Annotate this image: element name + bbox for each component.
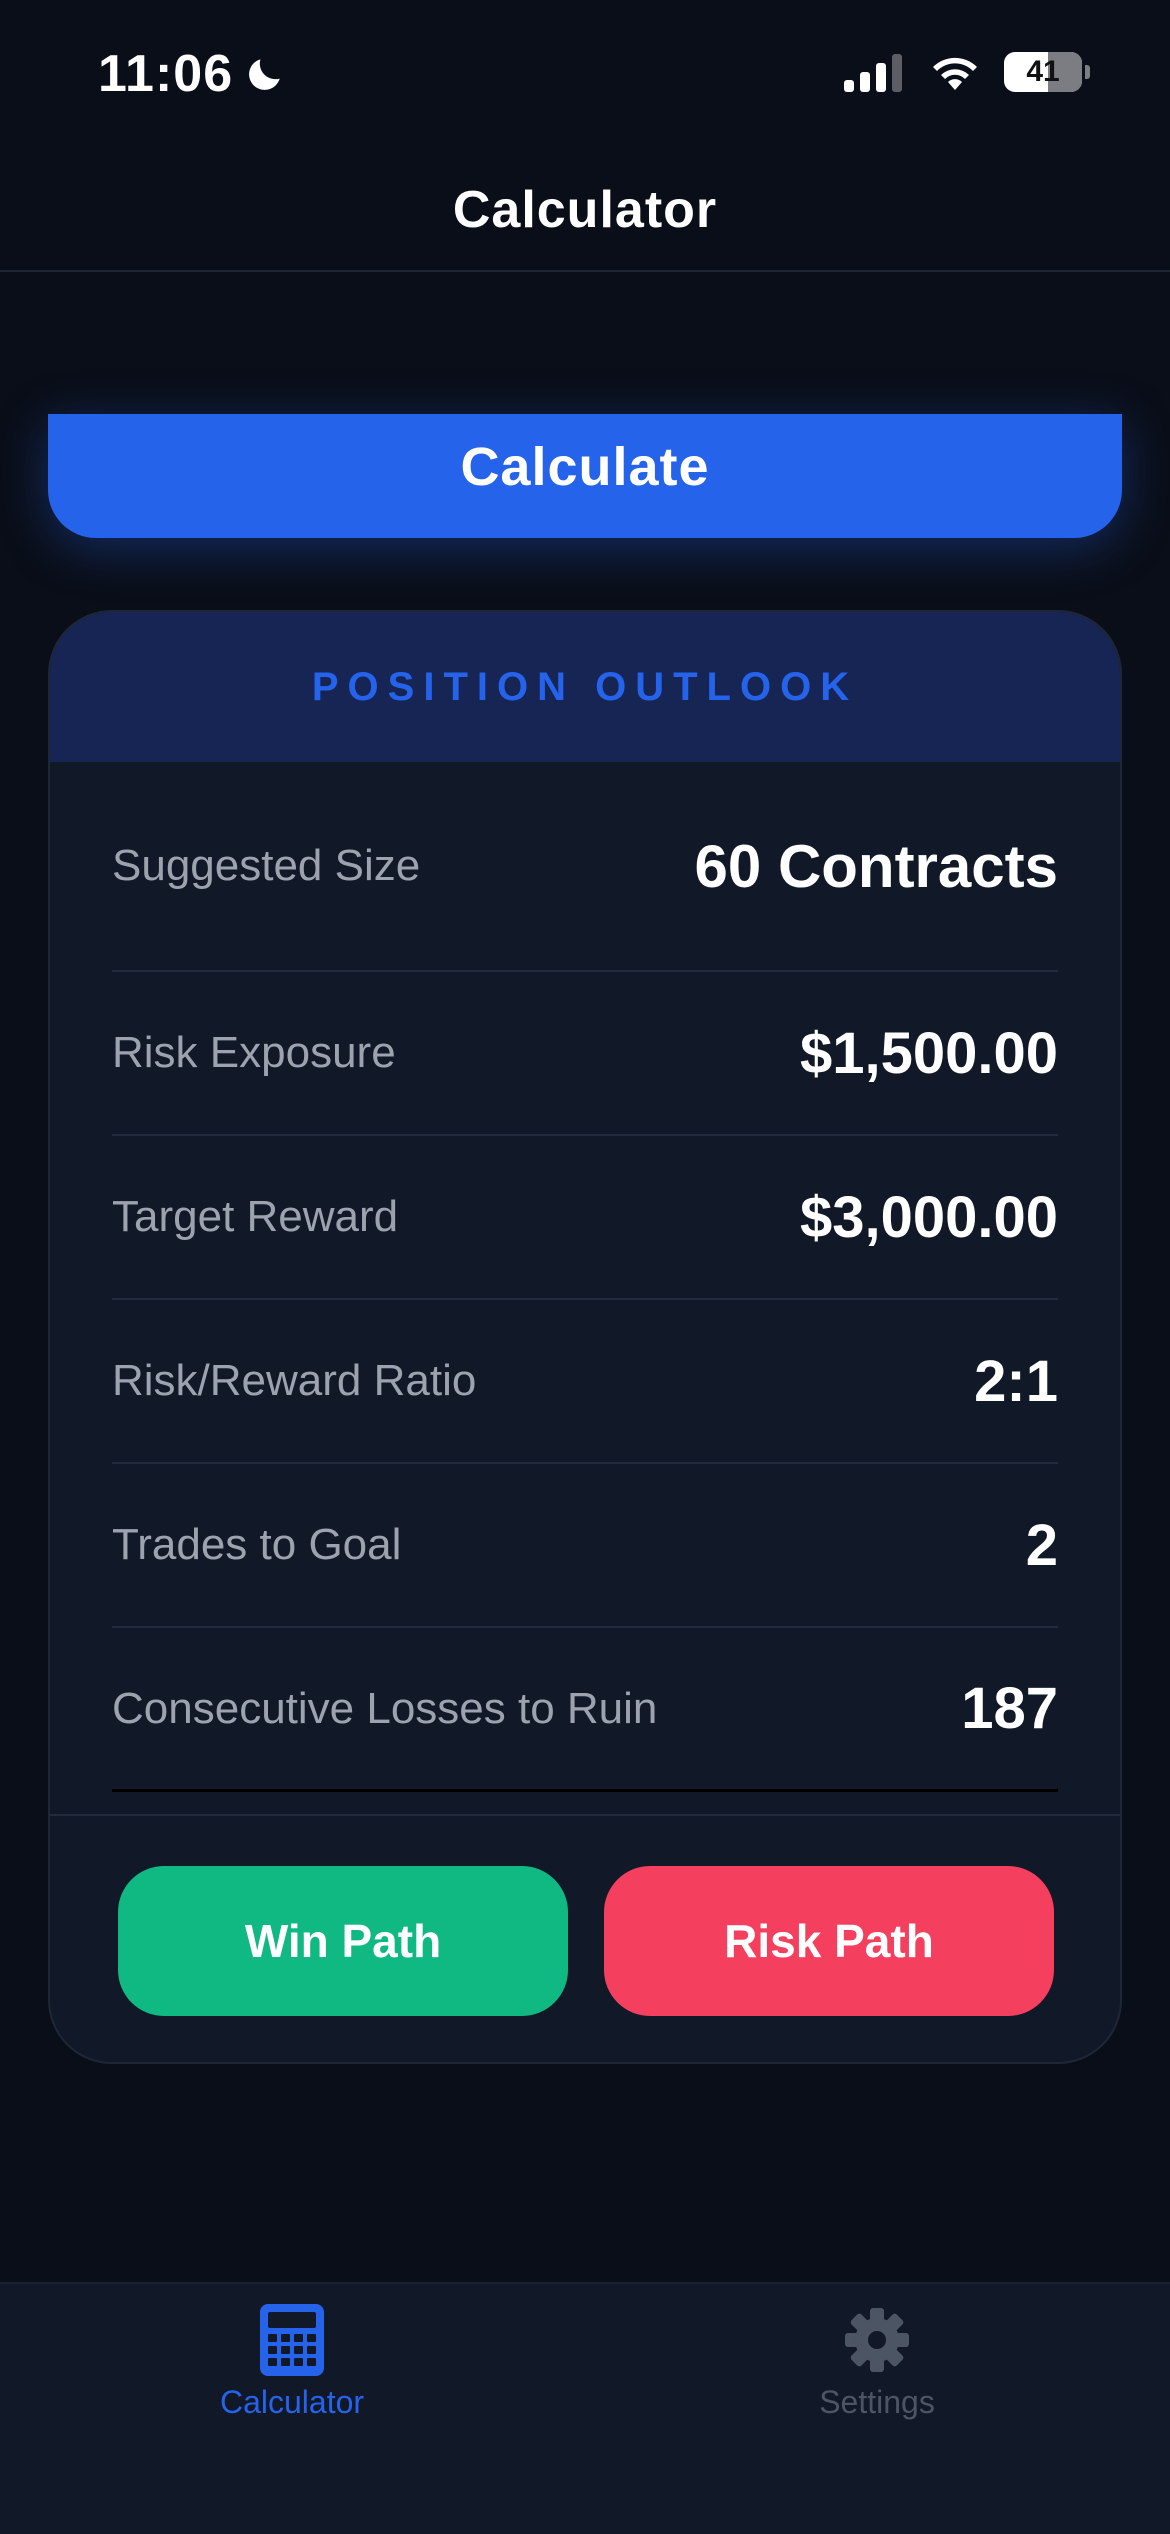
card-header-title: POSITION OUTLOOK — [311, 664, 859, 709]
row-label: Trades to Goal — [112, 1520, 402, 1569]
calculate-button[interactable]: Calculate — [48, 414, 1122, 538]
row-label: Target Reward — [112, 1192, 399, 1241]
row-value: $3,000.00 — [799, 1184, 1058, 1250]
row-value: 2:1 — [974, 1348, 1058, 1414]
row-consecutive-losses: Consecutive Losses to Ruin 187 — [112, 1628, 1058, 1792]
tab-calculator[interactable]: Calculator — [142, 2302, 442, 2452]
risk-path-label: Risk Path — [724, 1915, 934, 1967]
row-risk-reward-ratio: Risk/Reward Ratio 2:1 — [112, 1300, 1058, 1464]
status-indicators: 41 — [844, 52, 1090, 92]
status-time: 11:06 — [98, 44, 287, 104]
battery-level: 41 — [1026, 55, 1060, 88]
row-value: 187 — [961, 1676, 1058, 1741]
tab-settings[interactable]: Settings — [727, 2302, 1027, 2452]
moon-icon — [249, 59, 280, 90]
row-label: Risk/Reward Ratio — [112, 1356, 477, 1405]
tab-calculator-label: Calculator — [219, 2384, 365, 2420]
win-path-button[interactable]: Win Path — [118, 1866, 568, 2016]
row-target-reward: Target Reward $3,000.00 — [112, 1136, 1058, 1300]
position-outlook-card: POSITION OUTLOOK Suggested Size 60 Contr… — [48, 610, 1122, 2064]
page-title: Calculator — [452, 181, 718, 239]
status-bar: 11:06 41 — [0, 0, 1170, 150]
tab-settings-label: Settings — [819, 2384, 935, 2420]
gear-icon — [845, 2308, 909, 2372]
tab-bar: Calculator Settings — [0, 2282, 1170, 2534]
row-trades-to-goal: Trades to Goal 2 — [112, 1464, 1058, 1628]
calculate-button-label: Calculate — [460, 437, 710, 497]
navigation-bar: Calculator — [0, 150, 1170, 272]
row-value: $1,500.00 — [799, 1020, 1058, 1086]
row-label: Suggested Size — [112, 841, 421, 890]
row-value: 2 — [1025, 1512, 1058, 1578]
outlook-rows: Suggested Size 60 Contracts Risk Exposur… — [112, 762, 1058, 1792]
card-footer: Win Path Risk Path — [50, 1814, 1120, 2062]
battery-icon: 41 — [1004, 52, 1082, 92]
cellular-signal-icon — [844, 54, 902, 92]
risk-path-button[interactable]: Risk Path — [604, 1866, 1054, 2016]
status-time-text: 11:06 — [98, 45, 234, 103]
row-risk-exposure: Risk Exposure $1,500.00 — [112, 972, 1058, 1136]
row-label: Consecutive Losses to Ruin — [112, 1683, 658, 1733]
calculator-icon — [260, 2304, 324, 2376]
battery-nub — [1085, 65, 1090, 79]
row-suggested-size: Suggested Size 60 Contracts — [112, 762, 1058, 972]
card-header: POSITION OUTLOOK — [50, 612, 1120, 762]
wifi-icon — [933, 57, 977, 90]
win-path-label: Win Path — [244, 1915, 442, 1967]
row-label: Risk Exposure — [112, 1028, 396, 1077]
row-value: 60 Contracts — [694, 832, 1058, 900]
